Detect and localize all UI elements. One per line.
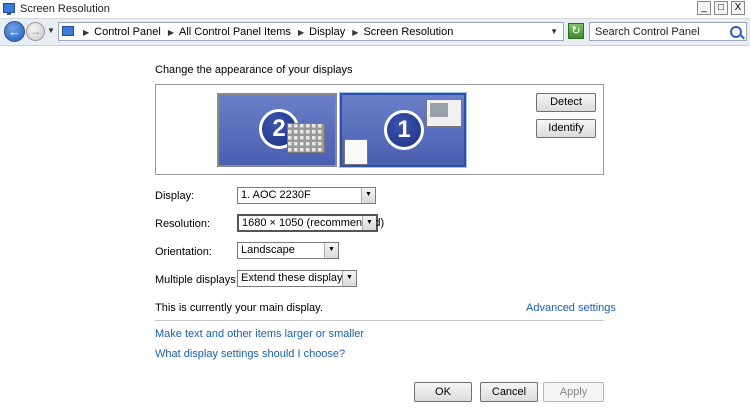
divider bbox=[155, 320, 604, 321]
cancel-button[interactable]: Cancel bbox=[480, 382, 538, 402]
detect-button[interactable]: Detect bbox=[536, 93, 596, 112]
back-arrow-icon: ← bbox=[8, 24, 21, 39]
breadcrumb-display[interactable]: Display bbox=[309, 26, 345, 38]
resolution-select[interactable]: 1680 × 1050 (recommended) ▼ bbox=[237, 214, 384, 232]
multiple-displays-select-value: Extend these displays bbox=[241, 272, 349, 284]
orientation-label: Orientation: bbox=[155, 246, 212, 258]
window-title: Screen Resolution bbox=[20, 3, 110, 15]
title-bar: Screen Resolution _ □ X bbox=[0, 0, 750, 19]
refresh-icon: ↻ bbox=[571, 25, 581, 37]
search-box[interactable] bbox=[589, 22, 747, 41]
window-preview-icon bbox=[426, 99, 462, 127]
orientation-select[interactable]: Landscape ▼ bbox=[237, 242, 339, 259]
screen-resolution-app-icon bbox=[3, 3, 15, 15]
breadcrumb-all-items[interactable]: All Control Panel Items bbox=[179, 26, 291, 38]
page-heading: Change the appearance of your displays bbox=[155, 64, 353, 76]
window-grid-icon bbox=[287, 123, 325, 153]
chevron-right-icon[interactable]: ▶ bbox=[352, 28, 358, 37]
back-button[interactable]: ← bbox=[4, 21, 25, 42]
breadcrumb-screen-resolution[interactable]: Screen Resolution bbox=[363, 26, 453, 38]
chevron-down-icon: ▼ bbox=[342, 271, 356, 286]
identify-button[interactable]: Identify bbox=[536, 119, 596, 138]
recent-pages-dropdown-icon[interactable]: ▼ bbox=[47, 26, 55, 35]
multiple-displays-label: Multiple displays: bbox=[155, 274, 239, 286]
monitor-number-badge: 1 bbox=[384, 110, 424, 150]
search-icon[interactable] bbox=[730, 26, 742, 38]
display-label: Display: bbox=[155, 190, 195, 202]
monitor-1[interactable]: 1 bbox=[339, 92, 467, 168]
chevron-down-icon: ▼ bbox=[361, 188, 375, 203]
forward-button[interactable]: → bbox=[26, 22, 45, 41]
monitor-2[interactable]: 2 bbox=[217, 93, 337, 167]
main-display-status: This is currently your main display. bbox=[155, 302, 323, 314]
ok-button[interactable]: OK bbox=[414, 382, 472, 402]
search-input[interactable] bbox=[590, 23, 731, 40]
advanced-settings-link[interactable]: Advanced settings bbox=[526, 302, 616, 314]
control-panel-icon bbox=[62, 26, 74, 36]
display-select[interactable]: 1. AOC 2230F ▼ bbox=[237, 187, 376, 204]
breadcrumb-control-panel[interactable]: Control Panel bbox=[94, 26, 161, 38]
text-size-link[interactable]: Make text and other items larger or smal… bbox=[155, 328, 364, 340]
forward-arrow-icon: → bbox=[29, 24, 42, 38]
address-field[interactable]: ▶ Control Panel ▶ All Control Panel Items … bbox=[58, 22, 564, 41]
display-select-value: 1. AOC 2230F bbox=[241, 189, 311, 201]
chevron-right-icon[interactable]: ▶ bbox=[83, 28, 89, 37]
apply-button[interactable]: Apply bbox=[543, 382, 604, 402]
display-help-link[interactable]: What display settings should I choose? bbox=[155, 348, 345, 360]
address-toolbar: ← → ▼ ▶ Control Panel ▶ All Control Panel … bbox=[0, 19, 750, 46]
orientation-select-value: Landscape bbox=[241, 244, 295, 256]
close-button[interactable]: X bbox=[731, 1, 745, 15]
chevron-right-icon[interactable]: ▶ bbox=[168, 28, 174, 37]
multiple-displays-select[interactable]: Extend these displays ▼ bbox=[237, 270, 357, 287]
chevron-down-icon: ▼ bbox=[362, 216, 376, 230]
chevron-down-icon: ▼ bbox=[324, 243, 338, 258]
monitor-arrangement-panel: 2 1 Detect Identify bbox=[155, 84, 604, 175]
minimize-button[interactable]: _ bbox=[697, 1, 711, 15]
taskbar-preview-icon bbox=[344, 139, 368, 165]
resolution-label: Resolution: bbox=[155, 218, 211, 230]
chevron-right-icon[interactable]: ▶ bbox=[298, 28, 304, 37]
refresh-button[interactable]: ↻ bbox=[568, 23, 584, 39]
maximize-button[interactable]: □ bbox=[714, 1, 728, 15]
address-dropdown-icon[interactable]: ▼ bbox=[550, 27, 558, 36]
breadcrumb: ▶ Control Panel ▶ All Control Panel Items … bbox=[79, 26, 453, 38]
